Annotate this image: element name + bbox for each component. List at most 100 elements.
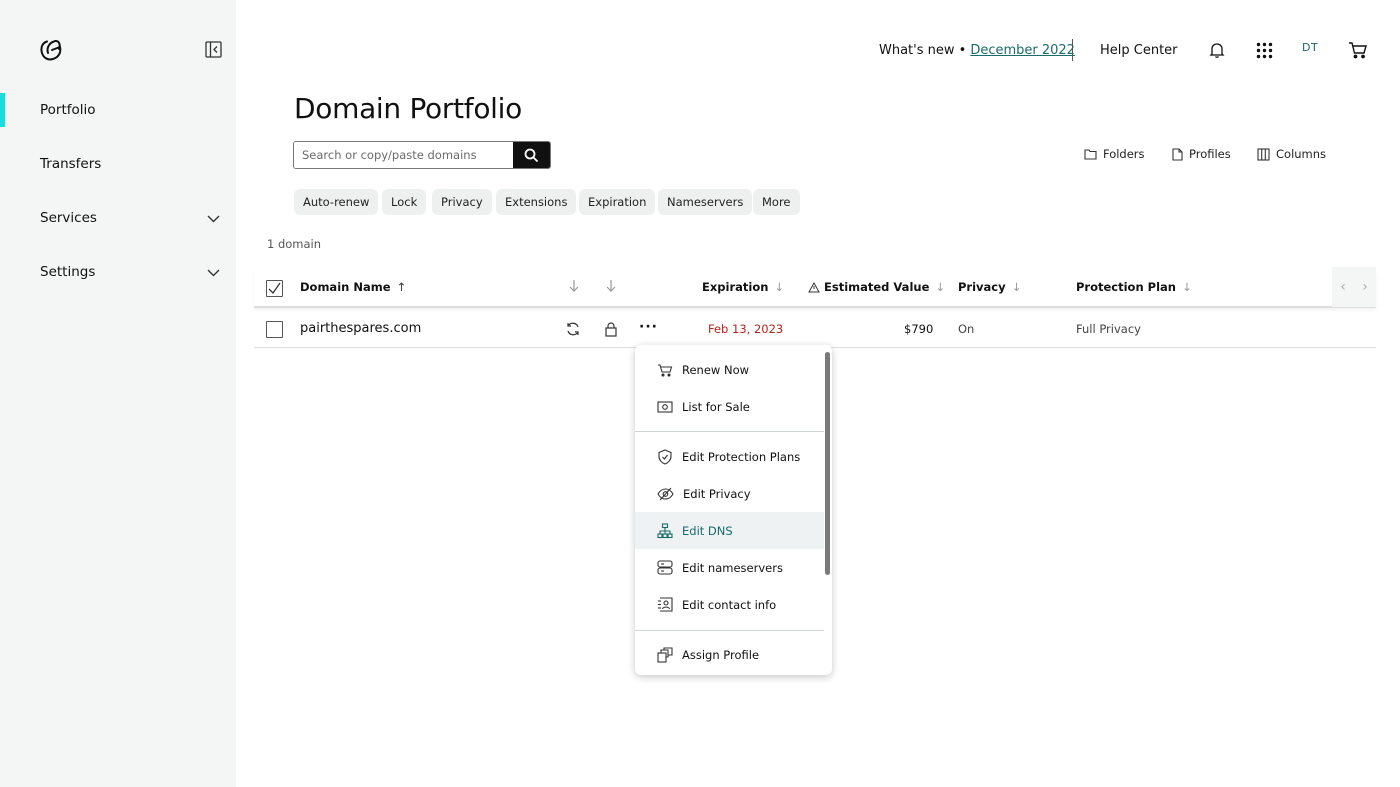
auto-renew-icon[interactable] bbox=[565, 321, 581, 337]
search-input[interactable] bbox=[294, 142, 513, 168]
menu-item-edit-contact-info[interactable]: Edit contact info bbox=[635, 586, 824, 623]
search-bar bbox=[293, 141, 551, 169]
menu-item-label: Edit nameservers bbox=[682, 560, 783, 575]
help-center-link[interactable]: Help Center bbox=[1100, 36, 1178, 64]
profile-icon bbox=[657, 646, 673, 663]
columns-button[interactable]: Columns bbox=[1257, 147, 1326, 161]
whats-new: What's new • December 2022 bbox=[879, 36, 1075, 64]
folders-label: Folders bbox=[1103, 147, 1145, 161]
sidebar-item-label: Portfolio bbox=[40, 102, 96, 118]
chevron-down-icon bbox=[207, 269, 220, 277]
column-header-protection-plan[interactable]: Protection Plan ↓ bbox=[1076, 280, 1192, 294]
money-icon bbox=[657, 400, 673, 413]
columns-icon bbox=[1257, 147, 1270, 161]
menu-item-label: Renew Now bbox=[682, 362, 750, 377]
filter-chip-expiration[interactable]: Expiration bbox=[579, 189, 656, 215]
filter-chip-privacy[interactable]: Privacy bbox=[432, 189, 492, 215]
whats-new-link[interactable]: December 2022 bbox=[970, 43, 1075, 58]
menu-item-list-for-sale[interactable]: List for Sale bbox=[635, 388, 824, 425]
sidebar-item-portfolio[interactable]: Portfolio bbox=[0, 93, 236, 127]
whats-new-prefix: What's new • bbox=[879, 42, 967, 58]
sidebar-item-label: Services bbox=[40, 210, 97, 226]
sidebar-item-label: Settings bbox=[40, 264, 96, 280]
sort-down-icon[interactable] bbox=[567, 279, 581, 293]
column-header-label: Estimated Value bbox=[824, 280, 930, 294]
column-header-expiration[interactable]: Expiration ↓ bbox=[702, 280, 784, 294]
sidebar-item-services[interactable]: Services bbox=[0, 201, 236, 235]
menu-item-label: Assign Profile bbox=[682, 647, 760, 662]
sort-down-icon: ↓ bbox=[1181, 280, 1192, 294]
column-header-label: Expiration bbox=[702, 280, 769, 294]
profiles-label: Profiles bbox=[1189, 147, 1231, 161]
column-header-estimated-value[interactable]: Estimated Value ↓ bbox=[808, 280, 945, 294]
privacy-status: On bbox=[958, 322, 975, 336]
column-header-label: Privacy bbox=[958, 280, 1006, 294]
column-header-label: Protection Plan bbox=[1076, 280, 1176, 294]
menu-item-renew-now[interactable]: Renew Now bbox=[635, 351, 824, 388]
menu-item-edit-nameservers[interactable]: Edit nameservers bbox=[635, 549, 824, 586]
row-actions-menu: Renew Now List for Sale Edit Protection … bbox=[635, 345, 832, 675]
protection-plan: Full Privacy bbox=[1076, 322, 1141, 336]
header-divider bbox=[1072, 39, 1073, 61]
chevron-left-icon[interactable]: ‹ bbox=[1340, 279, 1346, 295]
menu-divider bbox=[635, 431, 824, 432]
filter-chip-lock[interactable]: Lock bbox=[382, 189, 427, 215]
estimated-value: $790 bbox=[904, 322, 934, 336]
chevron-down-icon bbox=[207, 215, 220, 223]
sidebar: Portfolio Transfers Services Settings bbox=[0, 0, 236, 787]
filter-chip-extensions[interactable]: Extensions bbox=[496, 189, 577, 215]
menu-item-edit-privacy[interactable]: Edit Privacy bbox=[635, 475, 824, 512]
sidebar-item-label: Transfers bbox=[40, 156, 102, 172]
menu-item-assign-profile[interactable]: Assign Profile bbox=[635, 636, 824, 673]
bell-icon[interactable] bbox=[1207, 40, 1227, 60]
collapse-sidebar-button[interactable] bbox=[205, 41, 222, 58]
columns-label: Columns bbox=[1276, 147, 1327, 161]
checkmark-icon bbox=[268, 282, 281, 295]
filter-chip-more[interactable]: More bbox=[753, 189, 800, 215]
menu-item-label: Edit Protection Plans bbox=[682, 449, 801, 464]
menu-item-label: Edit contact info bbox=[682, 597, 777, 612]
cart-icon[interactable] bbox=[1348, 40, 1368, 60]
apps-grid-icon[interactable] bbox=[1254, 40, 1274, 60]
select-all-checkbox[interactable] bbox=[266, 280, 283, 297]
column-header-label: Domain Name bbox=[300, 280, 391, 294]
logo-icon[interactable] bbox=[38, 37, 64, 63]
menu-item-edit-dns[interactable]: Edit DNS bbox=[635, 512, 824, 549]
lock-icon[interactable] bbox=[603, 321, 619, 337]
column-header-privacy[interactable]: Privacy ↓ bbox=[958, 280, 1021, 294]
menu-item-label: Edit DNS bbox=[682, 523, 733, 538]
folders-button[interactable]: Folders bbox=[1084, 147, 1145, 161]
table-scroll-nav: ‹ › bbox=[1332, 267, 1376, 307]
sidebar-item-transfers[interactable]: Transfers bbox=[0, 147, 236, 181]
search-button[interactable] bbox=[513, 142, 550, 168]
filter-chip-auto-renew[interactable]: Auto-renew bbox=[294, 189, 379, 215]
profiles-button[interactable]: Profiles bbox=[1172, 147, 1231, 161]
sort-up-icon: ↑ bbox=[396, 280, 407, 294]
row-checkbox[interactable] bbox=[266, 321, 283, 338]
more-actions-icon[interactable]: ··· bbox=[639, 319, 657, 335]
folder-icon bbox=[1084, 149, 1097, 160]
domain-name[interactable]: pairthespares.com bbox=[300, 321, 421, 336]
menu-item-edit-protection-plans[interactable]: Edit Protection Plans bbox=[635, 438, 824, 475]
menu-divider bbox=[635, 630, 824, 631]
sort-down-icon: ↓ bbox=[774, 280, 785, 294]
shield-icon bbox=[658, 448, 672, 465]
sort-down-icon[interactable] bbox=[604, 279, 618, 293]
expiration-date: Feb 13, 2023 bbox=[708, 322, 784, 336]
table-row[interactable]: pairthespares.com ··· Feb 13, 2023 $790 … bbox=[254, 310, 1376, 348]
filter-chip-nameservers[interactable]: Nameservers bbox=[658, 189, 753, 215]
table-header: Domain Name ↑ Expiration ↓ Estimated Val… bbox=[254, 272, 1376, 308]
chevron-right-icon[interactable]: › bbox=[1362, 279, 1368, 295]
avatar[interactable]: DT bbox=[1302, 41, 1318, 54]
column-header-domain[interactable]: Domain Name ↑ bbox=[300, 280, 406, 294]
cart-icon bbox=[658, 363, 673, 377]
menu-item-label: Edit Privacy bbox=[683, 486, 751, 501]
eye-off-icon bbox=[657, 487, 674, 500]
dns-icon bbox=[657, 522, 673, 538]
sidebar-item-settings[interactable]: Settings bbox=[0, 255, 236, 289]
menu-item-label: List for Sale bbox=[682, 399, 750, 414]
page-title: Domain Portfolio bbox=[294, 92, 522, 125]
warning-icon bbox=[808, 281, 820, 292]
domain-count: 1 domain bbox=[267, 237, 322, 251]
menu-scrollbar[interactable] bbox=[825, 352, 830, 575]
